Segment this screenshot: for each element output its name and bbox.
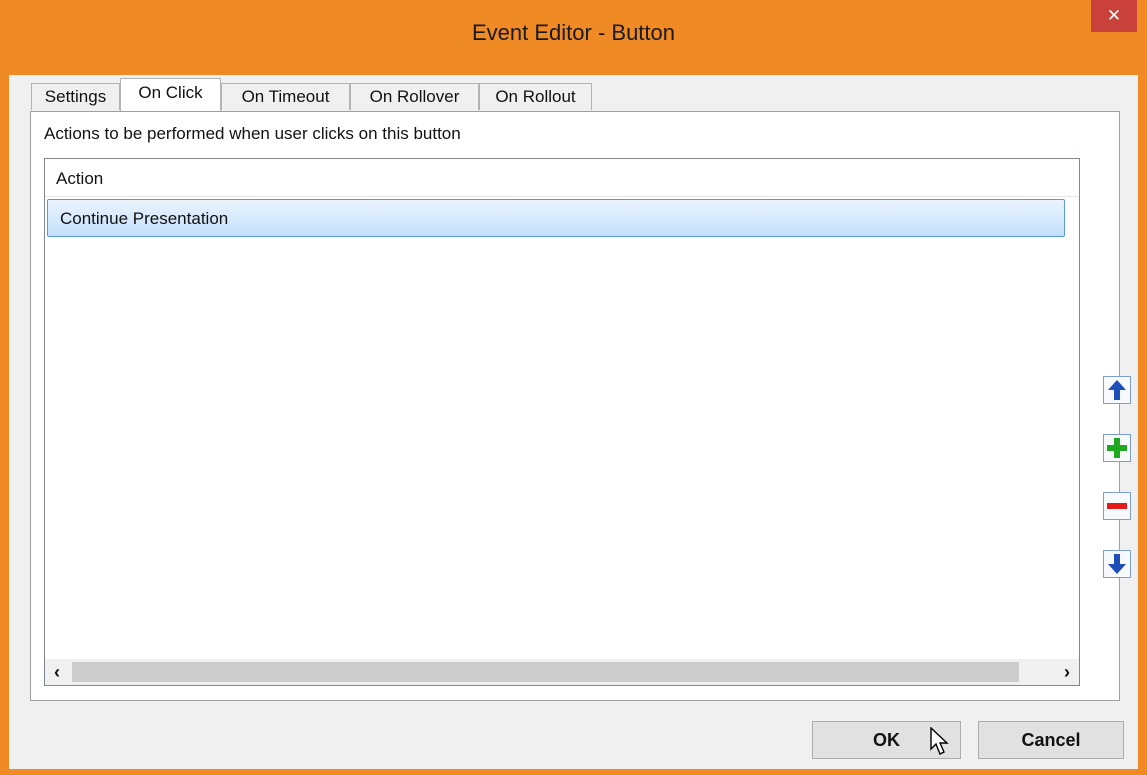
plus-icon: [1107, 438, 1127, 458]
dialog-body: Settings On Click On Timeout On Rollover…: [9, 75, 1138, 769]
move-up-button[interactable]: [1103, 376, 1131, 404]
scroll-left-button[interactable]: ‹: [45, 659, 69, 685]
event-editor-window: Event Editor - Button ✕ Settings On Clic…: [0, 0, 1147, 775]
remove-action-button[interactable]: [1103, 492, 1131, 520]
window-title: Event Editor - Button: [472, 20, 675, 45]
scroll-right-button[interactable]: ›: [1055, 659, 1079, 685]
title-bar[interactable]: Event Editor - Button ✕: [0, 0, 1147, 76]
tab-on-rollout[interactable]: On Rollout: [479, 83, 592, 110]
cancel-button[interactable]: Cancel: [978, 721, 1124, 759]
minus-icon: [1107, 503, 1127, 509]
arrow-down-icon: [1108, 554, 1126, 574]
tab-on-click[interactable]: On Click: [120, 78, 221, 111]
list-item-label: Continue Presentation: [60, 209, 229, 228]
tab-settings[interactable]: Settings: [31, 83, 120, 110]
actions-list[interactable]: Action Continue Presentation ‹ ›: [44, 158, 1080, 686]
arrow-up-icon: [1108, 380, 1126, 400]
horizontal-scrollbar[interactable]: ‹ ›: [45, 659, 1079, 685]
mouse-pointer-icon: [930, 727, 949, 755]
column-header-label: Action: [56, 169, 104, 188]
scrollbar-thumb[interactable]: [72, 662, 1019, 682]
add-action-button[interactable]: [1103, 434, 1131, 462]
tab-on-rollover[interactable]: On Rollover: [350, 83, 479, 110]
on-click-panel: Actions to be performed when user clicks…: [30, 111, 1131, 701]
column-header-action[interactable]: Action: [45, 159, 1079, 197]
panel-description: Actions to be performed when user clicks…: [44, 124, 461, 143]
close-button[interactable]: ✕: [1091, 0, 1137, 32]
tab-on-timeout[interactable]: On Timeout: [221, 83, 350, 110]
move-down-button[interactable]: [1103, 550, 1131, 578]
list-item[interactable]: Continue Presentation: [47, 199, 1065, 237]
